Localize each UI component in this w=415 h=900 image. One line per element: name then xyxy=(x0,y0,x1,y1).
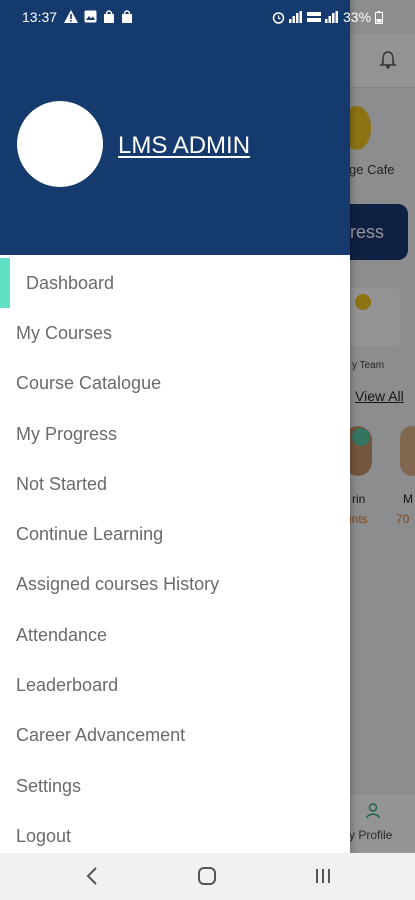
menu-item-assigned-courses-history[interactable]: Assigned courses History xyxy=(0,560,350,610)
notification-icons xyxy=(64,10,133,23)
recents-button[interactable] xyxy=(308,863,338,889)
status-bar: 13:37 33% xyxy=(0,0,415,34)
bag-icon xyxy=(122,10,132,23)
back-icon xyxy=(86,867,97,885)
menu-item-label: Continue Learning xyxy=(16,524,164,545)
menu-item-label: My Progress xyxy=(16,423,118,444)
menu-item-continue-learning[interactable]: Continue Learning xyxy=(0,509,350,559)
signal-icon xyxy=(289,11,302,23)
menu-item-label: Logout xyxy=(16,825,72,846)
menu-item-label: Leaderboard xyxy=(16,675,119,696)
user-name-link[interactable]: LMS ADMIN xyxy=(118,132,250,160)
menu-item-label: Course Catalogue xyxy=(16,373,162,394)
menu-item-attendance[interactable]: Attendance xyxy=(0,610,350,660)
status-time: 13:37 xyxy=(22,9,58,25)
home-icon xyxy=(198,867,216,885)
battery-icon xyxy=(375,10,384,24)
menu-item-my-courses[interactable]: My Courses xyxy=(0,308,350,358)
navigation-drawer: LMS ADMIN Dashboard My Courses Course Ca… xyxy=(0,0,350,853)
menu-item-label: Settings xyxy=(16,775,82,796)
menu-item-label: My Courses xyxy=(16,322,113,343)
back-button[interactable] xyxy=(77,863,107,889)
menu-item-my-progress[interactable]: My Progress xyxy=(0,409,350,459)
bag-icon xyxy=(104,10,114,23)
warning-icon xyxy=(64,10,78,23)
drawer-menu: Dashboard My Courses Course Catalogue My… xyxy=(0,258,350,862)
system-navigation-bar xyxy=(0,853,415,900)
drawer-header: LMS ADMIN xyxy=(0,34,350,255)
home-button[interactable] xyxy=(192,863,222,889)
menu-item-not-started[interactable]: Not Started xyxy=(0,459,350,509)
system-status-icons: 33% xyxy=(272,9,384,25)
menu-item-label: Assigned courses History xyxy=(16,574,220,595)
avatar[interactable] xyxy=(17,101,103,187)
menu-item-course-catalogue[interactable]: Course Catalogue xyxy=(0,359,350,409)
menu-item-label: Dashboard xyxy=(26,272,115,293)
volte-icon xyxy=(307,12,321,22)
menu-item-settings[interactable]: Settings xyxy=(0,761,350,811)
menu-item-label: Career Advancement xyxy=(16,725,186,746)
image-icon xyxy=(84,10,97,23)
signal-icon xyxy=(325,11,338,23)
alarm-icon xyxy=(272,11,285,24)
menu-item-leaderboard[interactable]: Leaderboard xyxy=(0,660,350,710)
menu-item-career-advancement[interactable]: Career Advancement xyxy=(0,711,350,761)
active-indicator xyxy=(0,258,10,308)
menu-item-dashboard[interactable]: Dashboard xyxy=(0,258,350,308)
recents-icon xyxy=(316,869,330,883)
menu-item-label: Not Started xyxy=(16,473,108,494)
menu-item-label: Attendance xyxy=(16,624,108,645)
battery-percent: 33% xyxy=(343,9,372,25)
